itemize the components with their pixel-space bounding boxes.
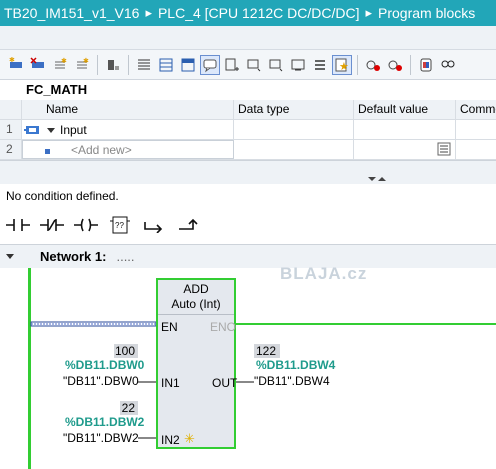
absolute-operands-icon[interactable]	[222, 55, 242, 75]
breadcrumb-separator: ▸	[365, 5, 373, 20]
in1-pin: IN1	[161, 376, 180, 390]
column-header-default-value[interactable]: Default value	[354, 100, 456, 119]
monitoring-icon[interactable]	[416, 55, 436, 75]
add-new-cell[interactable]: <Add new>	[22, 140, 234, 159]
table-header-row: Name Data type Default value Comme	[0, 100, 496, 120]
row-number: 1	[0, 120, 22, 139]
table-row[interactable]: 2 <Add new>	[0, 140, 496, 160]
collapse-triangle-icon[interactable]	[46, 125, 56, 135]
table-row[interactable]: 1 Input	[0, 120, 496, 140]
comment-cell[interactable]	[456, 140, 496, 159]
default-value-cell[interactable]	[354, 140, 456, 159]
add-instruction-box[interactable]: ADD Auto (Int) EN ENO IN1 OUT IN2 ✳	[156, 278, 238, 449]
editor-toolbar: ✱ ✱ ✱ ★	[0, 50, 496, 80]
open-branch-icon[interactable]	[140, 212, 168, 238]
add-input-star-icon[interactable]: ✳	[184, 431, 195, 447]
breadcrumb-project[interactable]: TB20_IM151_v1_V16	[4, 5, 139, 21]
glasses-monitor-icon[interactable]	[438, 55, 458, 75]
in2-pin: IN2	[161, 433, 180, 447]
row-number: 2	[0, 140, 22, 159]
interface-table: Name Data type Default value Comme 1 Inp…	[0, 100, 496, 160]
name-cell[interactable]: Input	[22, 120, 234, 139]
in1-address[interactable]: %DB11.DBW0	[65, 358, 144, 372]
add-new-placeholder: <Add new>	[71, 142, 132, 157]
favorites-icon[interactable]	[288, 55, 308, 75]
column-header-comment[interactable]: Comme	[456, 100, 496, 119]
row-marker-icon	[25, 141, 67, 158]
instruction-type-selector[interactable]: Auto (Int)	[158, 297, 234, 311]
out-pin: OUT	[212, 376, 238, 390]
network-collapse-icon[interactable]	[0, 245, 40, 269]
add-row-icon[interactable]: ✱	[72, 55, 92, 75]
column-header-name[interactable]: Name	[22, 100, 234, 119]
in2-address[interactable]: %DB11.DBW2	[65, 415, 144, 429]
toolbar-divider	[97, 54, 98, 75]
svg-text:??: ??	[115, 221, 124, 230]
network-comment[interactable]: .....	[116, 249, 134, 264]
svg-text:✱: ✱	[83, 57, 89, 65]
instruction-name: ADD	[183, 282, 209, 296]
splitter-bar[interactable]	[0, 160, 496, 184]
browse-list-icon[interactable]	[437, 142, 451, 156]
list-view-icon[interactable]	[134, 55, 154, 75]
empty-box-icon[interactable]: ??	[106, 212, 134, 238]
network-list-icon[interactable]	[310, 55, 330, 75]
data-type-cell[interactable]	[234, 120, 354, 139]
in1-symbol[interactable]: "DB11".DBW0	[63, 374, 139, 388]
svg-text:★: ★	[339, 61, 349, 73]
section-name: Input	[60, 122, 87, 137]
go-online-icon[interactable]	[363, 55, 383, 75]
power-rail	[28, 268, 31, 469]
out-address[interactable]: %DB11.DBW4	[256, 358, 335, 372]
insert-row-icon[interactable]: ✱	[50, 55, 70, 75]
close-branch-icon[interactable]	[174, 212, 202, 238]
data-type-cell[interactable]	[234, 140, 354, 159]
go-offline-icon[interactable]	[385, 55, 405, 75]
splitter-arrows-icon[interactable]	[0, 161, 496, 185]
network-title: Network 1:	[40, 249, 107, 264]
breadcrumb-plc[interactable]: PLC_4 [CPU 1212C DC/DC/DC]	[158, 5, 360, 21]
breadcrumb-separator: ▸	[145, 5, 152, 20]
ladder-toolbar: ??	[0, 206, 496, 244]
grid-view-icon[interactable]	[156, 55, 176, 75]
default-value-cell[interactable]	[354, 120, 456, 139]
comment-toggle-icon[interactable]	[200, 54, 220, 75]
block-condition-text: No condition defined.	[0, 184, 496, 206]
nc-contact-icon[interactable]	[38, 212, 66, 238]
delete-network-icon[interactable]	[28, 55, 48, 75]
toolbar-divider	[357, 54, 358, 75]
coil-icon[interactable]	[72, 212, 100, 238]
svg-text:✱: ✱	[9, 57, 15, 64]
block-title: FC_MATH	[0, 80, 496, 100]
network-canvas: BLAJA.cz 100 %DB11.DBW0 "DB11".DBW0 22 %…	[0, 264, 496, 469]
svg-text:✱: ✱	[61, 57, 67, 65]
watermark: BLAJA.cz	[280, 264, 368, 283]
no-contact-icon[interactable]	[4, 212, 32, 238]
favorite-star-icon[interactable]: ★	[332, 54, 352, 75]
close-networks-icon[interactable]	[266, 55, 286, 75]
out-monitor-value: 122	[254, 344, 280, 358]
bookmark-icon[interactable]	[103, 55, 123, 75]
in1-monitor-value: 100	[114, 344, 138, 358]
header-spacer	[0, 26, 496, 50]
breadcrumb-program-blocks[interactable]: Program blocks	[378, 5, 475, 21]
comment-cell[interactable]	[456, 120, 496, 139]
network-header[interactable]: Network 1: .....	[0, 244, 496, 268]
eno-pin: ENO	[210, 320, 237, 334]
input-section-icon	[24, 125, 39, 134]
open-networks-icon[interactable]	[244, 55, 264, 75]
split-view-icon[interactable]	[178, 55, 198, 75]
in2-symbol[interactable]: "DB11".DBW2	[63, 431, 139, 445]
toolbar-divider	[410, 54, 411, 75]
breadcrumb: TB20_IM151_v1_V16 ▸ PLC_4 [CPU 1212C DC/…	[0, 0, 496, 26]
toolbar-divider	[128, 54, 129, 75]
row-number-header	[0, 100, 22, 119]
out-symbol[interactable]: "DB11".DBW4	[254, 374, 330, 388]
column-header-data-type[interactable]: Data type	[234, 100, 354, 119]
en-pin: EN	[161, 320, 178, 334]
insert-network-icon[interactable]: ✱	[6, 55, 26, 75]
in2-monitor-value: 22	[120, 401, 138, 415]
